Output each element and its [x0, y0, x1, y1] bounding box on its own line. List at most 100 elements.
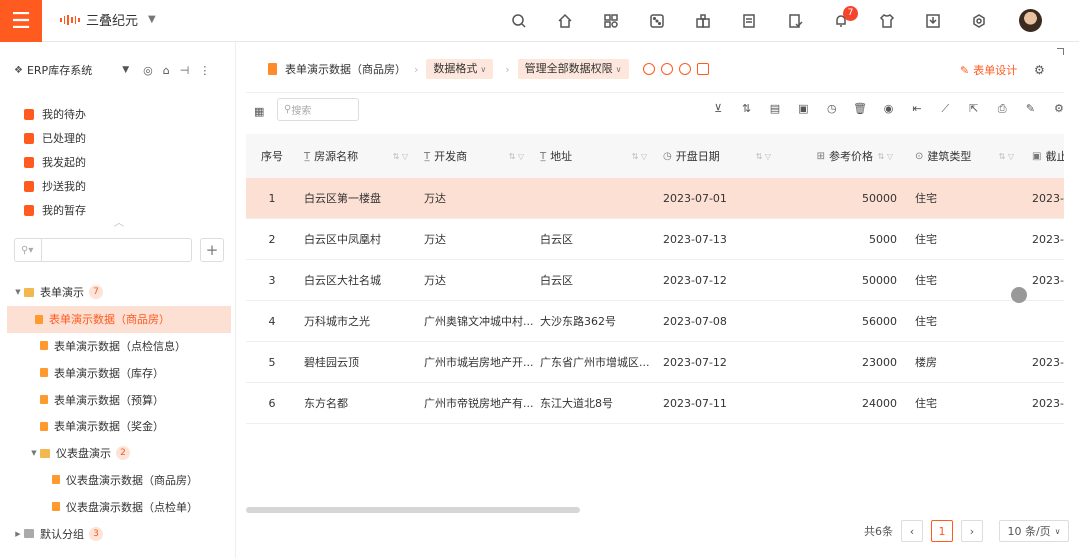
- tree-item[interactable]: 表单演示数据（点检信息）: [0, 333, 236, 360]
- cell-type: 住宅: [915, 233, 937, 246]
- home-icon[interactable]: [542, 8, 588, 34]
- widgets-icon[interactable]: [680, 8, 726, 34]
- filter-icon[interactable]: ⊻: [704, 102, 732, 116]
- form-design-button[interactable]: ✎ 表单设计: [960, 62, 1017, 78]
- cell-dev: 万达: [424, 233, 446, 246]
- user-icon: [24, 156, 34, 168]
- chart-icon[interactable]: ⟋: [931, 102, 959, 116]
- cell-dev: 广州市城岩房地产开...: [424, 356, 534, 369]
- column-header-open-date[interactable]: ◷ 开盘日期 ⇅ ▽: [657, 134, 781, 178]
- tree-item[interactable]: 仪表盘演示数据（商品房）: [0, 467, 236, 494]
- table-row[interactable]: 6 东方名都 广州市帝锐房地产有... 东江大道北8号 2023-07-11 24000 住…: [246, 383, 1064, 424]
- tree-item[interactable]: 表单演示数据（库存）: [0, 359, 236, 386]
- column-header-address[interactable]: T̲ 地址 ⇅ ▽: [534, 134, 657, 178]
- caret-right-icon[interactable]: ▶: [12, 530, 24, 538]
- export-icon[interactable]: ⇱: [960, 102, 988, 116]
- dice-icon[interactable]: [634, 8, 680, 34]
- quick-item-todo[interactable]: 我的待办: [24, 102, 86, 126]
- search-icon[interactable]: [496, 8, 542, 34]
- pagination: 共6条 ‹ 1 › 10 条/页 ∨: [864, 520, 1069, 542]
- edit-icon[interactable]: ✎: [1016, 102, 1044, 116]
- printer-icon[interactable]: ⎙: [988, 102, 1016, 116]
- brand-switcher[interactable]: 三叠纪元 ▼: [60, 10, 156, 29]
- tree-item[interactable]: ▶ 默认分组 3: [0, 520, 236, 547]
- tree-item[interactable]: 表单演示数据（奖金）: [0, 413, 236, 440]
- column-header-deadline[interactable]: ▣ 截止: [1024, 134, 1064, 178]
- cell-price: 23000: [862, 355, 897, 369]
- horizontal-scrollbar[interactable]: [246, 507, 1064, 513]
- cell-type: 住宅: [915, 274, 937, 287]
- table-search-input[interactable]: ⚲ 搜索: [277, 98, 359, 121]
- caret-down-icon[interactable]: ▼: [28, 449, 40, 457]
- quick-item-initiated[interactable]: 我发起的: [24, 150, 86, 174]
- column-header-building-type[interactable]: ⊙ 建筑类型 ⇅ ▽: [903, 134, 1024, 178]
- print-form-icon[interactable]: ▣: [789, 102, 817, 116]
- table-row[interactable]: 5 碧桂园云顶 广州市城岩房地产开... 广东省广州市增城区... 2023-07-12…: [246, 342, 1064, 383]
- column-header-developer[interactable]: T̲ 开发商 ⇅ ▽: [418, 134, 534, 178]
- refresh-icon[interactable]: [660, 63, 673, 75]
- cell-dev: 广州奥锦文冲城中村...: [424, 315, 534, 328]
- notes-icon[interactable]: [726, 8, 772, 34]
- delete-icon[interactable]: 🗑: [846, 102, 874, 116]
- eye-icon[interactable]: ◉: [874, 102, 902, 116]
- apps-icon[interactable]: [588, 8, 634, 34]
- quick-item-done[interactable]: 已处理的: [24, 126, 86, 150]
- tree-item-label: 默认分组: [40, 527, 84, 541]
- tree-item-label: 仪表盘演示数据（商品房）: [66, 473, 198, 487]
- home-icon[interactable]: ⌂: [163, 64, 170, 77]
- add-group-button[interactable]: +: [200, 238, 224, 262]
- sort-icon[interactable]: ⇅: [732, 102, 760, 116]
- column-header-price[interactable]: ⊞ 参考价格 ⇅ ▽: [781, 134, 903, 178]
- notification-badge: 7: [843, 6, 858, 21]
- view-selector[interactable]: 数据格式 ∨: [426, 59, 494, 79]
- gear-icon[interactable]: ⚙: [1034, 63, 1045, 77]
- checklist-icon[interactable]: [772, 8, 818, 34]
- history-icon[interactable]: ◷: [818, 102, 846, 116]
- quick-item-draft[interactable]: 我的暂存: [24, 198, 86, 222]
- more-icon[interactable]: ⋮: [199, 64, 210, 77]
- document-icon: [40, 421, 48, 431]
- page-size-select[interactable]: 10 条/页 ∨: [999, 520, 1069, 542]
- caret-down-icon: ▼: [122, 65, 130, 75]
- permission-selector[interactable]: 管理全部数据权限 ∨: [517, 59, 629, 79]
- play-icon[interactable]: [678, 63, 691, 75]
- settings-icon[interactable]: [956, 8, 1002, 34]
- bell-icon[interactable]: 7: [818, 6, 864, 34]
- table-row[interactable]: 2 白云区中凤凰村 万达 白云区 2023-07-13 5000 住宅 2023-0: [246, 219, 1064, 260]
- cell-name: 白云区大社名城: [304, 274, 381, 287]
- table-row[interactable]: 1 白云区第一楼盘 万达 2023-07-01 50000 住宅 2023-0: [246, 178, 1064, 219]
- tree-item[interactable]: ▼ 表单演示 7: [0, 279, 236, 306]
- total-count: 共6条: [864, 525, 893, 538]
- chevron-up-icon[interactable]: ︿: [114, 214, 124, 229]
- column-header-name[interactable]: T̲ 房源名称 ⇅ ▽: [298, 134, 418, 178]
- column-header-index[interactable]: 序号: [246, 134, 298, 178]
- table-row[interactable]: 3 白云区大社名城 万达 白云区 2023-07-12 50000 住宅 2023-0: [246, 260, 1064, 301]
- gear-icon[interactable]: ⚙: [1045, 102, 1073, 116]
- download-icon[interactable]: [910, 8, 956, 34]
- tree-item[interactable]: 表单演示数据（商品房）: [7, 305, 231, 333]
- form-icon[interactable]: ▤: [761, 102, 789, 116]
- tree-item[interactable]: 表单演示数据（预算）: [0, 386, 236, 413]
- avatar[interactable]: [1019, 9, 1042, 32]
- grid-view-icon[interactable]: ▦: [254, 105, 264, 118]
- pin-icon[interactable]: ⊣: [180, 64, 190, 77]
- cell-addr: 白云区: [540, 233, 573, 246]
- refresh-icon[interactable]: ◎: [143, 64, 153, 77]
- menu-toggle-button[interactable]: ☰: [0, 0, 42, 42]
- table-row[interactable]: 4 万科城市之光 广州奥锦文冲城中村... 大沙东路362号 2023-07-08 560…: [246, 301, 1064, 342]
- tree-item[interactable]: ▼ 仪表盘演示 2: [0, 440, 236, 467]
- system-switcher[interactable]: ❖ ERP库存系统 ▼ ◎ ⌂ ⊣ ⋮: [14, 62, 224, 78]
- shirt-icon[interactable]: [864, 8, 910, 34]
- chart-icon[interactable]: [696, 63, 709, 75]
- scrollbar-thumb[interactable]: [246, 507, 580, 513]
- next-page-button[interactable]: ›: [961, 520, 983, 542]
- add-circle-icon[interactable]: [642, 63, 655, 75]
- caret-down-icon[interactable]: ▼: [12, 288, 24, 296]
- quick-item-cc[interactable]: 抄送我的: [24, 174, 86, 198]
- page-button[interactable]: 1: [931, 520, 953, 542]
- prev-page-button[interactable]: ‹: [901, 520, 923, 542]
- tree-item[interactable]: 仪表盘演示数据（点检单）: [0, 493, 236, 520]
- import-icon[interactable]: ⇤: [903, 102, 931, 116]
- expand-corner-icon[interactable]: [1057, 48, 1064, 55]
- sidebar-search-input[interactable]: ⚲▾: [14, 238, 192, 262]
